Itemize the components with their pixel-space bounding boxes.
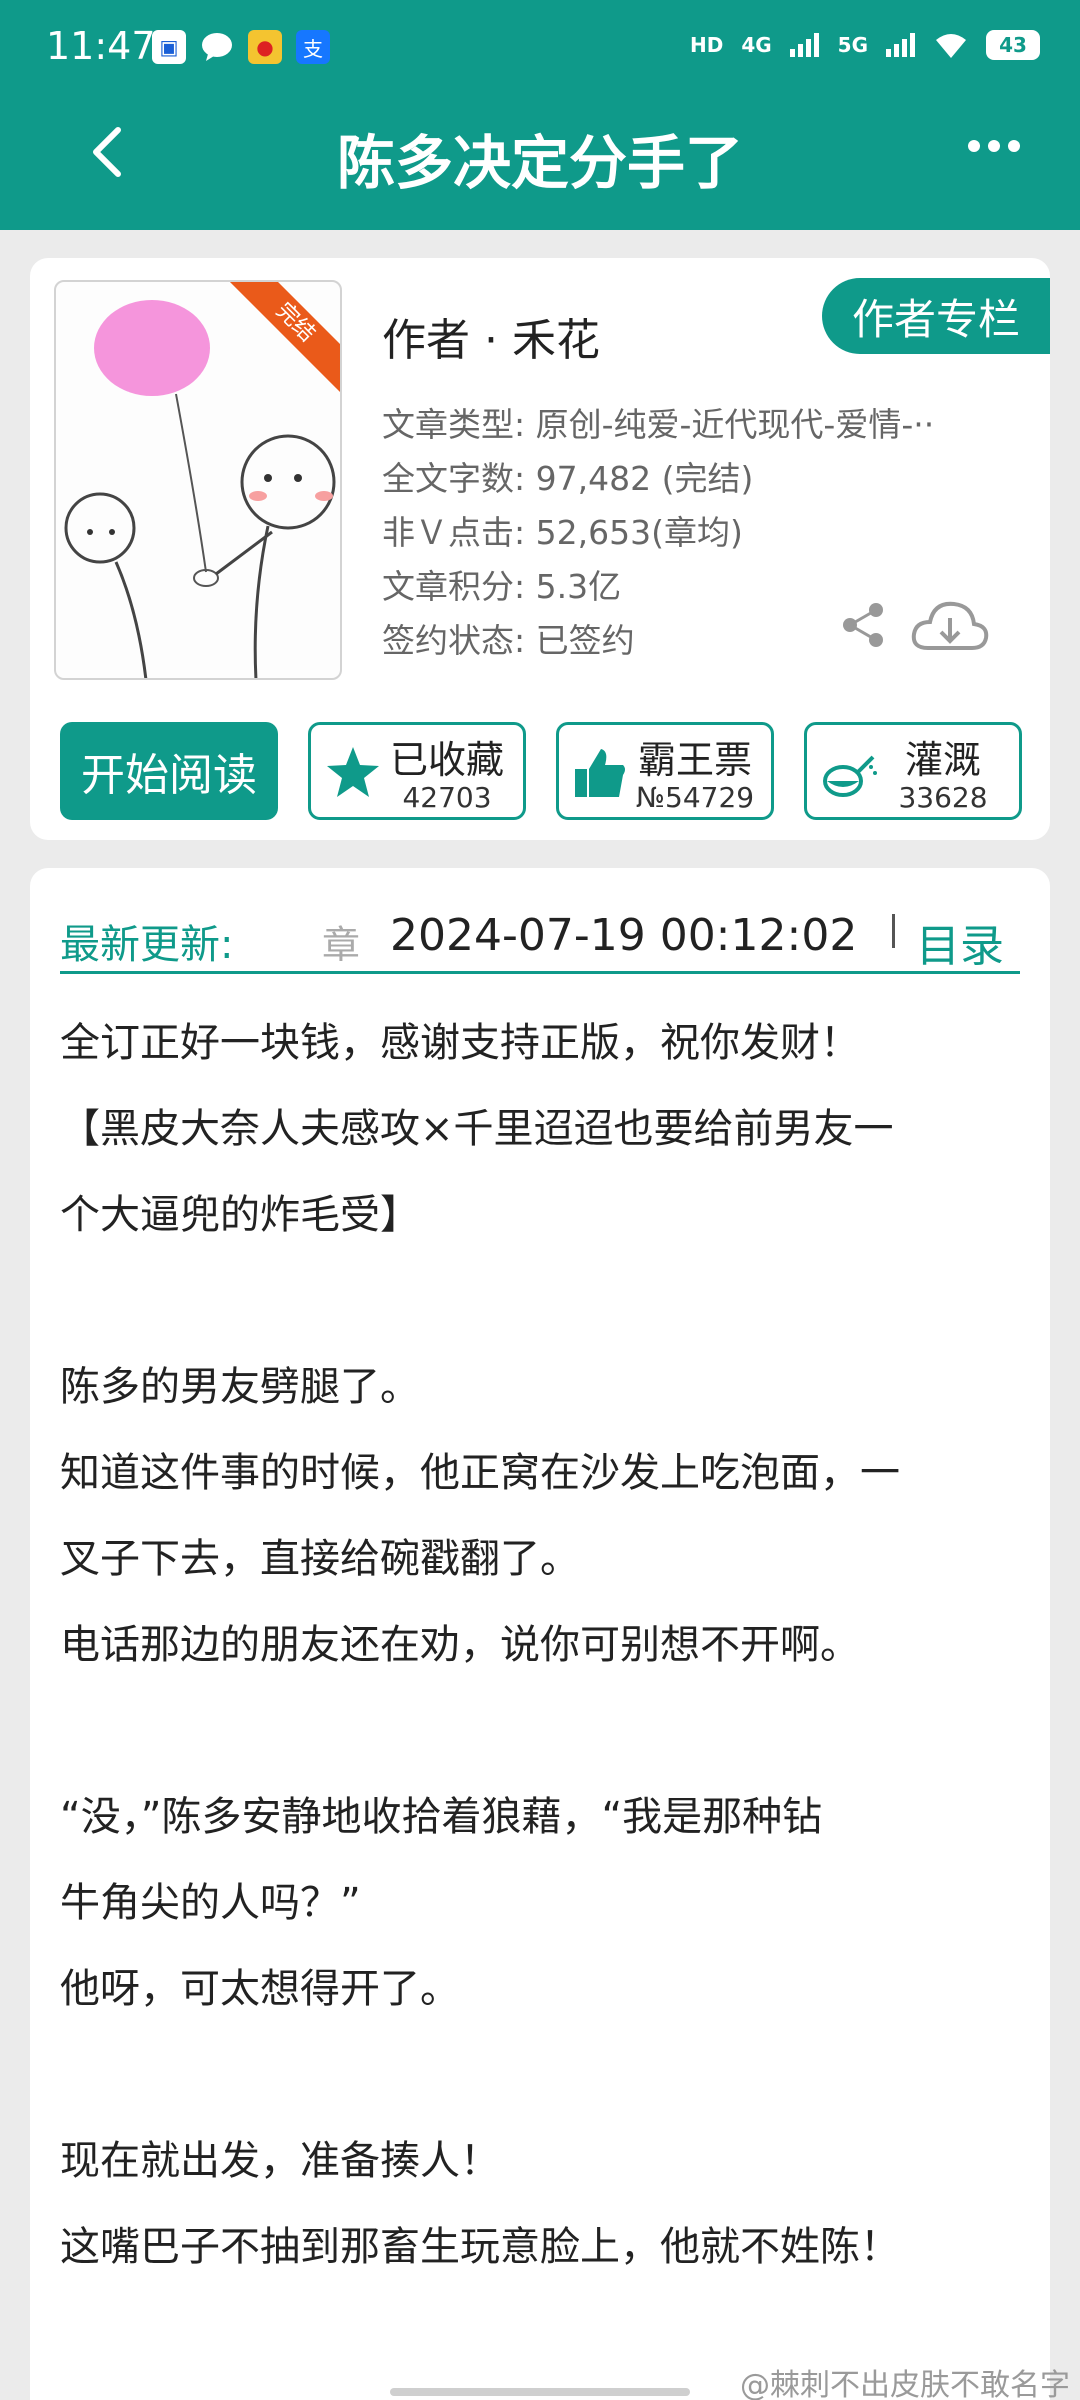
water-count: 33628 bbox=[898, 781, 988, 814]
cloud-download-icon[interactable] bbox=[910, 596, 990, 656]
wifi-icon bbox=[936, 34, 966, 58]
watering-can-icon bbox=[823, 755, 877, 797]
page-title: 陈多决定分手了 bbox=[336, 129, 743, 197]
alipay-icon: 支 bbox=[296, 30, 330, 64]
status-indicators: HD 4G 5G 43 bbox=[690, 30, 1040, 60]
text-line bbox=[60, 1688, 1030, 1774]
text-line: 这嘴巴子不抽到那畜生玩意脸上，他就不姓陈！ bbox=[60, 2224, 900, 2270]
weibo-icon: ● bbox=[248, 30, 282, 64]
star-icon bbox=[327, 747, 379, 797]
status-bar: 11:47 ▣ ● 支 HD 4G 5G 43 bbox=[0, 0, 1080, 100]
vote-label: 霸王票 bbox=[637, 738, 752, 782]
text-line: 知道这件事的时候，他正窝在沙发上吃泡面，一 bbox=[60, 1450, 900, 1496]
text-line: 牛角尖的人吗？” bbox=[60, 1880, 361, 1926]
text-line: 他呀，可太想得开了。 bbox=[60, 1966, 460, 2012]
meta-clicks: 非Ｖ点击: 52,653(章均) bbox=[382, 513, 743, 552]
text-line: 叉子下去，直接给碗戳翻了。 bbox=[60, 1536, 580, 1582]
content-card: 最新更新: 章 2024-07-19 00:12:02 目录 全订正好一块钱，感… bbox=[30, 868, 1050, 2400]
text-line bbox=[60, 1258, 1030, 1344]
water-label: 灌溉 bbox=[904, 738, 981, 782]
signal-bars-icon bbox=[886, 33, 915, 57]
thumbs-up-icon bbox=[575, 749, 625, 797]
table-of-contents-link[interactable]: 目录 bbox=[916, 910, 1004, 974]
text-line: 陈多的男友劈腿了。 bbox=[60, 1364, 420, 1410]
book-cover[interactable]: 完结 bbox=[54, 280, 342, 680]
favorite-label: 已收藏 bbox=[389, 738, 504, 782]
latest-update-time: 2024-07-19 00:12:02 bbox=[390, 910, 858, 961]
favorite-button[interactable]: 已收藏 42703 bbox=[308, 722, 526, 820]
status-time: 11:47 bbox=[46, 24, 156, 68]
top-bar: 11:47 ▣ ● 支 HD 4G 5G 43 陈多决定分手了 bbox=[0, 0, 1080, 230]
more-options-icon[interactable] bbox=[968, 140, 1020, 152]
hd-indicator: HD bbox=[689, 33, 724, 57]
text-line: 【黑皮大奈人夫感攻×千里迢迢也要给前男友一 bbox=[60, 1106, 894, 1152]
water-button[interactable]: 灌溉 33628 bbox=[804, 722, 1022, 820]
signal-bars-icon bbox=[789, 33, 819, 57]
book-info-card: 完结 作者 · 禾花 作者专栏 文章类型: 原创-纯爱-近代现代-爱情-·· 全… bbox=[30, 258, 1050, 840]
share-icon[interactable] bbox=[838, 600, 888, 650]
text-line: 电话那边的朋友还在劝，说你可别想不开啊。 bbox=[60, 1622, 860, 1668]
text-line bbox=[60, 2032, 1030, 2118]
meta-type: 文章类型: 原创-纯爱-近代现代-爱情-·· bbox=[382, 405, 935, 444]
meta-wordcount: 全文字数: 97,482 (完结) bbox=[382, 459, 754, 498]
battery-indicator: 43 bbox=[986, 30, 1040, 60]
synopsis-text: 全订正好一块钱，感谢支持正版，祝你发财！ 【黑皮大奈人夫感攻×千里迢迢也要给前男… bbox=[60, 1000, 1030, 2290]
author-column-button[interactable]: 作者专栏 bbox=[822, 278, 1050, 354]
vote-count: №54729 bbox=[635, 781, 755, 814]
home-indicator[interactable] bbox=[390, 2388, 690, 2396]
signal-5g: 5G bbox=[837, 33, 868, 57]
latest-update-bar: 最新更新: 章 2024-07-19 00:12:02 目录 bbox=[60, 894, 1020, 974]
favorite-count: 42703 bbox=[402, 781, 492, 814]
latest-chapter[interactable]: 章 bbox=[322, 914, 360, 969]
nav-bar: 陈多决定分手了 bbox=[0, 100, 1080, 230]
author-name[interactable]: 作者 · 禾花 bbox=[382, 304, 600, 368]
action-buttons: 开始阅读 已收藏 42703 霸王票 №54729 灌溉 33628 bbox=[60, 722, 1022, 820]
start-reading-button[interactable]: 开始阅读 bbox=[60, 722, 278, 820]
latest-update-label: 最新更新: bbox=[60, 922, 234, 968]
news-icon: ▣ bbox=[152, 30, 186, 64]
text-line: 全订正好一块钱，感谢支持正版，祝你发财！ bbox=[60, 1020, 860, 1066]
watermark: @棘刺不出皮肤不敢名字 bbox=[740, 2368, 1070, 2400]
chat-icon bbox=[200, 30, 234, 64]
status-app-icons: ▣ ● 支 bbox=[152, 30, 330, 64]
divider bbox=[892, 914, 895, 948]
text-line: 现在就出发，准备揍人！ bbox=[60, 2138, 500, 2184]
text-line: “没，”陈多安静地收拾着狼藉，“我是那种钻 bbox=[60, 1794, 823, 1840]
signal-4g: 4G bbox=[741, 33, 772, 57]
text-line: 个大逼兜的炸毛受】 bbox=[60, 1192, 420, 1238]
vote-button[interactable]: 霸王票 №54729 bbox=[556, 722, 774, 820]
